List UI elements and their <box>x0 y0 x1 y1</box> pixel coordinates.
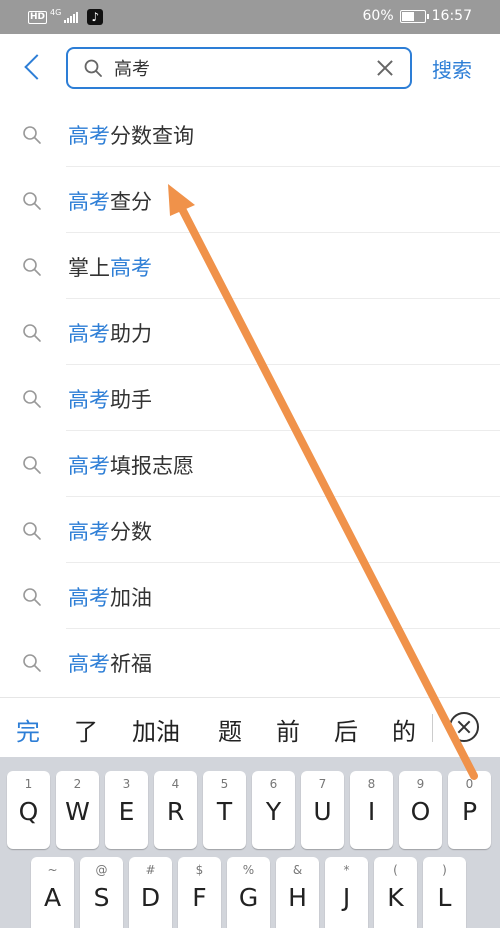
key-u[interactable]: 7U <box>301 771 344 849</box>
suggestion-label: 高考助手 <box>68 388 152 412</box>
suggestion-item[interactable]: 高考分数查询 <box>0 101 500 167</box>
network-type: 4G <box>50 8 62 17</box>
search-icon <box>23 522 41 540</box>
search-icon <box>84 59 102 77</box>
candidate-word[interactable]: 的 <box>392 712 416 747</box>
candidate-word[interactable]: 题 <box>218 712 242 747</box>
key-q[interactable]: 1Q <box>7 771 50 849</box>
clear-icon[interactable] <box>374 57 396 79</box>
suggestion-item[interactable]: 高考填报志愿 <box>0 431 500 497</box>
status-right: 60% 16:57 <box>363 8 472 24</box>
search-header: 搜索 <box>0 34 500 104</box>
suggestion-item[interactable]: 高考分数 <box>0 497 500 563</box>
suggestion-label: 高考分数查询 <box>68 124 194 148</box>
suggestion-label: 掌上高考 <box>68 256 152 280</box>
candidate-word[interactable]: 后 <box>334 712 358 747</box>
candidate-word[interactable]: 加油 <box>132 712 180 747</box>
suggestion-item[interactable]: 高考查分 <box>0 167 500 233</box>
status-left: HD 4G ♪ <box>28 8 104 25</box>
search-input[interactable] <box>114 55 364 81</box>
search-icon <box>23 258 41 276</box>
key-r[interactable]: 4R <box>154 771 197 849</box>
key-e[interactable]: 3E <box>105 771 148 849</box>
suggestion-label: 高考分数 <box>68 520 152 544</box>
key-l[interactable]: ) L <box>423 857 466 928</box>
suggestion-item[interactable]: 高考加油 <box>0 563 500 629</box>
key-i[interactable]: 8I <box>350 771 393 849</box>
suggestion-item[interactable]: 高考助力 <box>0 299 500 365</box>
signal-icon <box>64 11 79 23</box>
suggestion-label: 高考助力 <box>68 322 152 346</box>
key-j[interactable]: * J <box>325 857 368 928</box>
search-box[interactable] <box>66 47 412 89</box>
ime-candidate-bar: 完 了 加油 题 前 后 的 <box>0 697 500 757</box>
soft-keyboard: 1Q 2W 3E 4R 5T 6Y 7U 8I 9O 0P ~ A @ S # D $… <box>0 757 500 928</box>
key-f[interactable]: $ F <box>178 857 221 928</box>
search-icon <box>23 456 41 474</box>
clear-candidates-icon[interactable] <box>449 712 479 742</box>
search-icon <box>23 192 41 210</box>
search-icon <box>23 324 41 342</box>
tiktok-notification-icon: ♪ <box>87 9 104 25</box>
suggestion-item[interactable]: 高考祈福 <box>0 629 500 695</box>
search-icon <box>23 126 41 144</box>
key-a[interactable]: ~ A <box>31 857 74 928</box>
search-icon <box>23 588 41 606</box>
key-k[interactable]: (K <box>374 857 417 928</box>
suggestion-label: 高考查分 <box>68 190 152 214</box>
hd-indicator: HD <box>28 10 48 24</box>
key-d[interactable]: # D <box>129 857 172 928</box>
candidate-word[interactable]: 完 <box>16 712 40 747</box>
key-p[interactable]: 0P <box>448 771 491 849</box>
status-bar: HD 4G ♪ 60% 16:57 <box>0 0 500 34</box>
battery-icon <box>399 9 429 23</box>
clock: 16:57 <box>431 8 472 24</box>
candidate-word[interactable]: 了 <box>74 712 98 747</box>
suggestion-label: 高考填报志愿 <box>68 454 194 478</box>
key-h[interactable]: & H <box>276 857 319 928</box>
search-button[interactable]: 搜索 <box>432 54 472 83</box>
battery-percent: 60% <box>362 8 394 24</box>
candidate-divider <box>432 714 433 742</box>
back-arrow-icon[interactable] <box>18 50 48 86</box>
key-o[interactable]: 9O <box>399 771 442 849</box>
key-t[interactable]: 5T <box>203 771 246 849</box>
search-icon <box>23 654 41 672</box>
search-icon <box>23 390 41 408</box>
suggestion-item[interactable]: 掌上高考 <box>0 233 500 299</box>
candidate-word[interactable]: 前 <box>276 712 300 747</box>
key-s[interactable]: @ S <box>80 857 123 928</box>
key-w[interactable]: 2W <box>56 771 99 849</box>
key-g[interactable]: % G <box>227 857 270 928</box>
key-y[interactable]: 6Y <box>252 771 295 849</box>
suggestion-label: 高考祈福 <box>68 652 152 676</box>
suggestion-list: 高考分数查询 高考查分 掌上高考 高考助力 高考助手 高考填报志愿 高考分数 高… <box>0 101 500 695</box>
suggestion-item[interactable]: 高考助手 <box>0 365 500 431</box>
suggestion-label: 高考加油 <box>68 586 152 610</box>
